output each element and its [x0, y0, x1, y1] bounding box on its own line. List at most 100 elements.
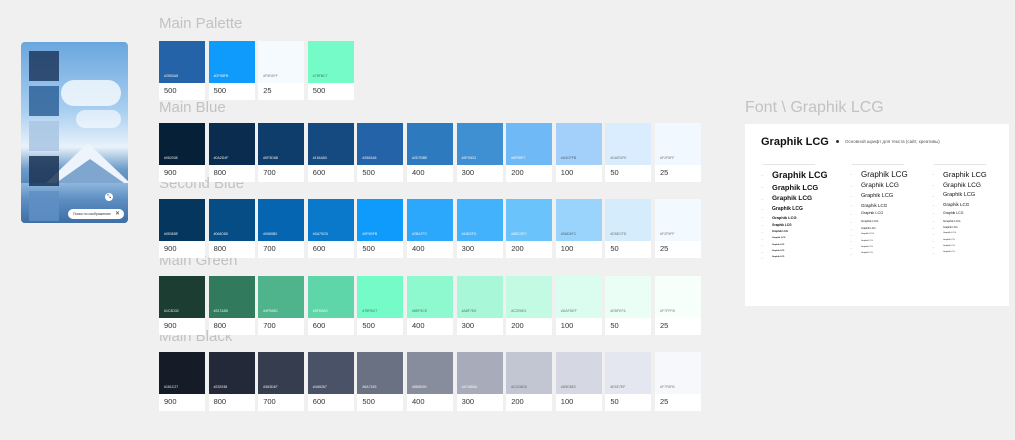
color-swatch-tile[interactable]: #A8F7D9 300 — [456, 276, 503, 335]
color-swatch-tile[interactable]: #05365E 900 — [159, 199, 205, 258]
shade-label: 500 — [362, 168, 375, 177]
color-swatch-tile[interactable]: #5FD6A9 600 — [307, 276, 354, 335]
color-swatch-tile[interactable]: #E4E7EF 50 — [605, 352, 652, 411]
spec-size-marker: — — [761, 197, 764, 201]
color-swatch-tile[interactable]: #75FBC7 500 — [307, 41, 354, 100]
hex-code: #4A5267 — [312, 385, 327, 389]
search-by-image-chip[interactable]: Поиск по изображению ✕ — [68, 209, 124, 219]
color-swatch-tile[interactable]: #0A79CB 600 — [307, 199, 354, 258]
color-swatch-tile[interactable]: #4FB38C 700 — [258, 276, 305, 335]
color-swatch-tile[interactable]: #D5D8E2 100 — [555, 352, 602, 411]
color-swatch-tile[interactable]: #064D85 800 — [208, 199, 255, 258]
shade-label: 25 — [660, 397, 669, 406]
hex-code: #C2FAE4 — [511, 309, 527, 313]
hex-code: #8EF9CE — [412, 309, 428, 313]
color-swatch-tile[interactable]: #0F9BFB 500 — [208, 41, 255, 100]
color-swatch-tile[interactable]: #2D7BBE 400 — [407, 123, 453, 182]
font-sample: Graphik LCG — [861, 226, 876, 230]
color-swatch-tile[interactable]: #6FB9F7 200 — [506, 123, 553, 182]
hex-code: #C2C6D3 — [511, 385, 527, 389]
color-swatch-tile[interactable]: #8EF9CE 400 — [407, 276, 453, 335]
hex-code: #0F9BFB — [213, 74, 229, 78]
shade-label: 500 — [362, 397, 375, 406]
color-swatch-tile[interactable]: #0A2D4F 800 — [208, 123, 255, 182]
color-swatch-tile[interactable]: #3F90D3 300 — [456, 123, 503, 182]
spec-size-marker: — — [761, 244, 764, 248]
font-sample: Graphik LCG — [772, 194, 813, 202]
color-swatch-tile[interactable]: #0F9BFB 500 — [357, 199, 404, 258]
shade-label: 25 — [660, 168, 669, 177]
section-title-main-blue: Main Blue — [159, 99, 226, 116]
color-swatch-tile[interactable]: #154A80 600 — [307, 123, 354, 182]
spec-size-marker: — — [761, 216, 764, 220]
spec-size-marker: — — [932, 233, 935, 237]
color-swatch-tile[interactable]: #2563A8 500 — [159, 41, 205, 100]
font-sample: Graphik LCG — [772, 249, 785, 252]
font-sample: Graphik LCG — [861, 202, 888, 208]
color-swatch-tile[interactable]: #317A5D 800 — [208, 276, 255, 335]
color-swatch-tile[interactable]: #232938 800 — [208, 352, 255, 411]
color-swatch-tile[interactable]: #1C3D32 900 — [159, 276, 205, 335]
font-card-title: Graphik LCG — [761, 136, 829, 148]
font-sample: Graphik LCG — [943, 170, 987, 179]
color-swatch-tile[interactable]: #C2C6D3 200 — [506, 352, 553, 411]
spec-size-marker: — — [761, 238, 764, 242]
font-sample: Graphik LCG — [943, 202, 970, 208]
shade-label: 100 — [560, 321, 574, 330]
spec-size-marker: — — [932, 252, 935, 255]
shade-label: 300 — [461, 397, 475, 406]
color-swatch-tile[interactable]: #75FBC7 500 — [357, 276, 404, 335]
hex-code: #6FB9F7 — [511, 156, 526, 160]
expand-icon[interactable]: ⤡ — [105, 193, 113, 201]
color-swatch-tile[interactable]: #0665B0 700 — [258, 199, 305, 258]
color-swatch-tile[interactable]: #9AD4FC 100 — [555, 199, 602, 258]
color-swatch-tile[interactable]: #062038 900 — [159, 123, 205, 182]
hex-code: #A8F7D9 — [461, 309, 477, 313]
color-swatch-tile[interactable]: #161C27 900 — [159, 352, 205, 411]
color-swatch-tile[interactable]: #6BC3FC 200 — [506, 199, 553, 258]
color-swatch-tile[interactable]: #DAEDFE 50 — [605, 123, 652, 182]
shade-label: 300 — [461, 168, 475, 177]
spec-size-marker: — — [850, 240, 853, 244]
color-swatch-tile[interactable]: #EBFEF6 50 — [605, 276, 652, 335]
color-swatch-tile[interactable]: #4A5267 600 — [307, 352, 354, 411]
color-swatch-tile[interactable]: #F2F9FF 25 — [655, 199, 701, 258]
shade-label: 600 — [312, 397, 326, 406]
font-sample: Graphik LCG — [943, 218, 961, 223]
color-swatch-tile[interactable]: #DAFDEF 100 — [555, 276, 602, 335]
shade-label: 700 — [263, 321, 276, 330]
color-swatch-tile[interactable]: #F7F8FB 25 — [655, 352, 701, 411]
color-swatch-tile[interactable]: #2563A8 500 — [357, 123, 404, 182]
shade-label: 25 — [660, 321, 669, 330]
color-swatch-tile[interactable]: #363D4F 700 — [258, 352, 305, 411]
color-swatch-tile[interactable]: #A3CFFB 100 — [555, 123, 602, 182]
spec-size-marker: — — [932, 245, 935, 249]
hex-code: #05365E — [164, 232, 179, 236]
color-swatch-tile[interactable]: #F7FFFB 25 — [655, 276, 701, 335]
color-swatch-tile[interactable]: #2BA7FC 400 — [407, 199, 453, 258]
shade-label: 50 — [610, 397, 619, 406]
color-swatch-tile[interactable]: #C2FAE4 200 — [506, 276, 553, 335]
spec-size-marker: — — [850, 184, 853, 188]
hex-code: #064D85 — [213, 232, 228, 236]
color-swatch-tile[interactable]: #6A7183 500 — [357, 352, 404, 411]
color-swatch-tile[interactable]: #A7ABBA 300 — [456, 352, 503, 411]
image-preview-card[interactable]: ⤡ Поиск по изображению ✕ — [21, 42, 128, 223]
close-icon[interactable]: ✕ — [115, 209, 120, 219]
spec-size-marker: — — [761, 256, 764, 260]
color-swatch-tile[interactable]: #888D9D 400 — [407, 352, 453, 411]
shade-label: 400 — [412, 397, 425, 406]
spec-size-marker: — — [850, 234, 853, 238]
column-divider — [763, 164, 815, 165]
hex-code: #75FBC7 — [362, 309, 378, 313]
color-swatch-tile[interactable]: #43B2FD 300 — [456, 199, 503, 258]
color-swatch-tile[interactable]: #F5FAFF 25 — [258, 41, 305, 100]
spec-size-marker: — — [761, 207, 764, 211]
hex-code: #F7FFFB — [660, 309, 675, 313]
font-sample: Graphik LCG — [772, 223, 792, 227]
hex-code: #DAEDFE — [610, 156, 627, 160]
color-swatch-tile[interactable]: #0F3D6B 700 — [258, 123, 305, 182]
color-swatch-tile[interactable]: #F2F8FF 25 — [655, 123, 701, 182]
color-swatch-tile[interactable]: #D5ECFD 50 — [605, 199, 652, 258]
section-title-font: Font \ Graphik LCG — [745, 99, 884, 116]
